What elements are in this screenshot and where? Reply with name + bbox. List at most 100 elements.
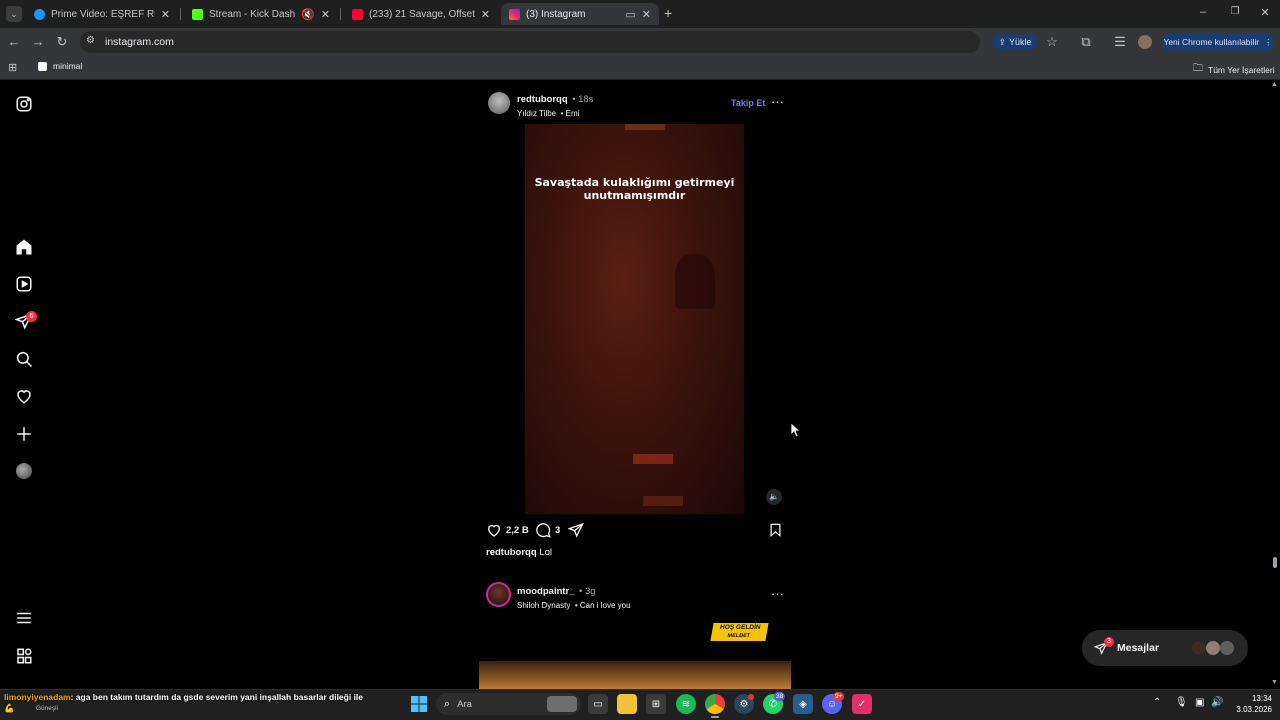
contact-avatar (1206, 641, 1220, 655)
like-button[interactable]: 2,2 B (486, 522, 529, 538)
mute-icon[interactable]: 🔇 (301, 8, 315, 21)
minimize-button[interactable]: – (1196, 6, 1210, 20)
tab-kick-dashboard[interactable]: Stream - Kick Dashboard 🔇 ✕ (184, 3, 338, 25)
tab-title: Stream - Kick Dashboard (209, 8, 296, 20)
reload-icon[interactable]: ↻ (52, 28, 72, 56)
search-icon[interactable] (14, 349, 34, 369)
chrome-update-button[interactable]: Yeni Chrome kullanılabilir ⋮ (1162, 33, 1274, 51)
clock[interactable]: 13:34 3.03.2026 (1228, 693, 1272, 715)
reel-video[interactable]: Savaştada kulaklığımı getirmeyi unutmamı… (479, 124, 791, 514)
windows-start-icon[interactable] (409, 694, 429, 714)
task-view-icon[interactable]: ▭ (588, 694, 608, 714)
video-figure (675, 254, 715, 309)
post-options-icon[interactable]: ··· (771, 94, 784, 109)
all-bookmarks-button[interactable]: 🗀 Tüm Yer İşaretleri (1193, 61, 1275, 78)
upload-button[interactable]: ⇪ Yükle (992, 34, 1038, 50)
close-window-button[interactable]: ✕ (1258, 6, 1272, 20)
post-time[interactable]: 3g (585, 586, 596, 597)
tray-overflow-icon[interactable]: ⌃ (1153, 697, 1161, 708)
taskbar-search-box[interactable]: ⌕ Ara (436, 693, 581, 715)
volume-icon[interactable]: 🔊 (1211, 697, 1223, 708)
new-tab-button[interactable]: + (664, 5, 678, 21)
clock-time: 13:34 (1251, 694, 1272, 703)
heart-notifications-icon[interactable] (14, 386, 34, 406)
folder-icon: 🗀 (1193, 63, 1203, 74)
spotify-icon[interactable]: ≋ (676, 694, 696, 714)
microsoft-store-icon[interactable]: ⊞ (646, 694, 666, 714)
messages-label: Mesajlar (1117, 642, 1160, 654)
scrollbar-thumb[interactable] (1273, 557, 1277, 568)
post-time[interactable]: 18s (578, 94, 593, 105)
post-author-avatar[interactable] (488, 92, 510, 114)
home-icon[interactable] (14, 237, 34, 257)
comment-icon (536, 523, 551, 538)
profile-avatar[interactable] (16, 463, 32, 479)
upload-icon: ⇪ (998, 36, 1007, 47)
post-caption: redtuborqq Lol (486, 547, 552, 558)
site-info-icon[interactable]: ⚙ (86, 35, 95, 46)
caption-username[interactable]: redtuborqq (486, 547, 537, 558)
tab-divider (180, 8, 181, 20)
post-username[interactable]: moodpaintr_ (517, 586, 575, 597)
profile-avatar[interactable] (1138, 35, 1152, 49)
network-app-icon[interactable]: ◈ (793, 694, 813, 714)
messages-button[interactable]: 3 Mesajlar (1082, 630, 1248, 666)
share-button[interactable] (567, 522, 584, 543)
prime-video-favicon-icon (34, 8, 45, 20)
audio-artist[interactable]: Shiloh Dynasty (517, 601, 570, 610)
tab-instagram[interactable]: (3) Instagram ▭ ✕ (501, 3, 659, 25)
share-icon (567, 522, 584, 538)
tab-search-button[interactable]: ⌄ (6, 6, 22, 22)
reel-video[interactable]: HOŞ GELDİN MELBET (479, 615, 791, 689)
network-icon[interactable]: ▣ (1195, 697, 1204, 708)
audio-title[interactable]: Emi (566, 109, 580, 118)
search-placeholder: Ara (457, 698, 472, 710)
close-icon[interactable]: ✕ (321, 8, 330, 21)
create-plus-icon[interactable] (14, 424, 34, 444)
tab-title: (233) 21 Savage, Offset, Metro (369, 8, 475, 20)
scroll-down-arrow-icon[interactable]: ▼ (1271, 679, 1278, 686)
video-fire-glow (479, 661, 791, 689)
close-icon[interactable]: ✕ (161, 8, 170, 21)
instagram-logo-icon[interactable] (14, 94, 34, 114)
back-arrow-icon[interactable]: ← (4, 28, 24, 56)
address-bar[interactable]: ⚙ instagram.com (80, 31, 980, 53)
bookmark-icon (770, 523, 781, 537)
close-icon[interactable]: ✕ (642, 8, 651, 21)
extensions-icon[interactable]: ⧉ (1076, 28, 1096, 56)
app-icon-red[interactable]: ✓ (852, 694, 872, 714)
audio-title[interactable]: Can i love you (580, 601, 631, 610)
microphone-icon[interactable]: 🎙 (1175, 697, 1188, 708)
audio-artist[interactable]: Yıldız Tilbe (517, 109, 556, 118)
clock-date: 3.03.2026 (1236, 705, 1272, 714)
tab-prime-video[interactable]: Prime Video: EŞREF RÜYA - 2.s ✕ (26, 3, 178, 25)
discord-badge: 9+ (833, 692, 845, 701)
weather-label: Güneşli (36, 705, 59, 712)
more-menu-icon[interactable] (14, 608, 34, 628)
file-explorer-icon[interactable] (617, 694, 637, 714)
bookmarks-bar (0, 56, 1280, 80)
reels-icon[interactable] (14, 274, 34, 294)
bookmark-star-icon[interactable]: ☆ (1042, 28, 1062, 56)
comment-button[interactable]: 3 (535, 522, 560, 538)
follow-button[interactable]: Takip Et (731, 98, 765, 108)
scroll-up-arrow-icon[interactable]: ▲ (1271, 81, 1278, 88)
tab-picture-icon[interactable]: ▭ (625, 8, 635, 21)
tab-youtube[interactable]: (233) 21 Savage, Offset, Metro ✕ (344, 3, 498, 25)
post-options-icon[interactable]: ··· (771, 586, 784, 601)
reading-list-icon[interactable]: ☰ (1110, 28, 1130, 56)
save-button[interactable] (768, 522, 783, 543)
post-header: redtuborqq • 18s Yıldız Tilbe • Emi (517, 92, 593, 120)
chrome-icon[interactable] (705, 694, 725, 714)
also-from-meta-icon[interactable] (14, 646, 34, 666)
upload-label: Yükle (1009, 37, 1032, 47)
apps-grid-icon[interactable]: ⊞ (8, 61, 17, 74)
close-icon[interactable]: ✕ (481, 8, 490, 21)
forward-arrow-icon[interactable]: → (28, 28, 48, 56)
post-author-avatar[interactable] (486, 582, 511, 607)
banner-line2: MELBET (726, 633, 751, 639)
page-scrollbar[interactable]: ▲ ▼ (1270, 81, 1280, 689)
audio-speaker-icon[interactable]: 🔈 (766, 489, 782, 505)
bookmark-minimal[interactable]: minimal (38, 61, 82, 71)
restore-button[interactable]: ❐ (1228, 6, 1242, 20)
